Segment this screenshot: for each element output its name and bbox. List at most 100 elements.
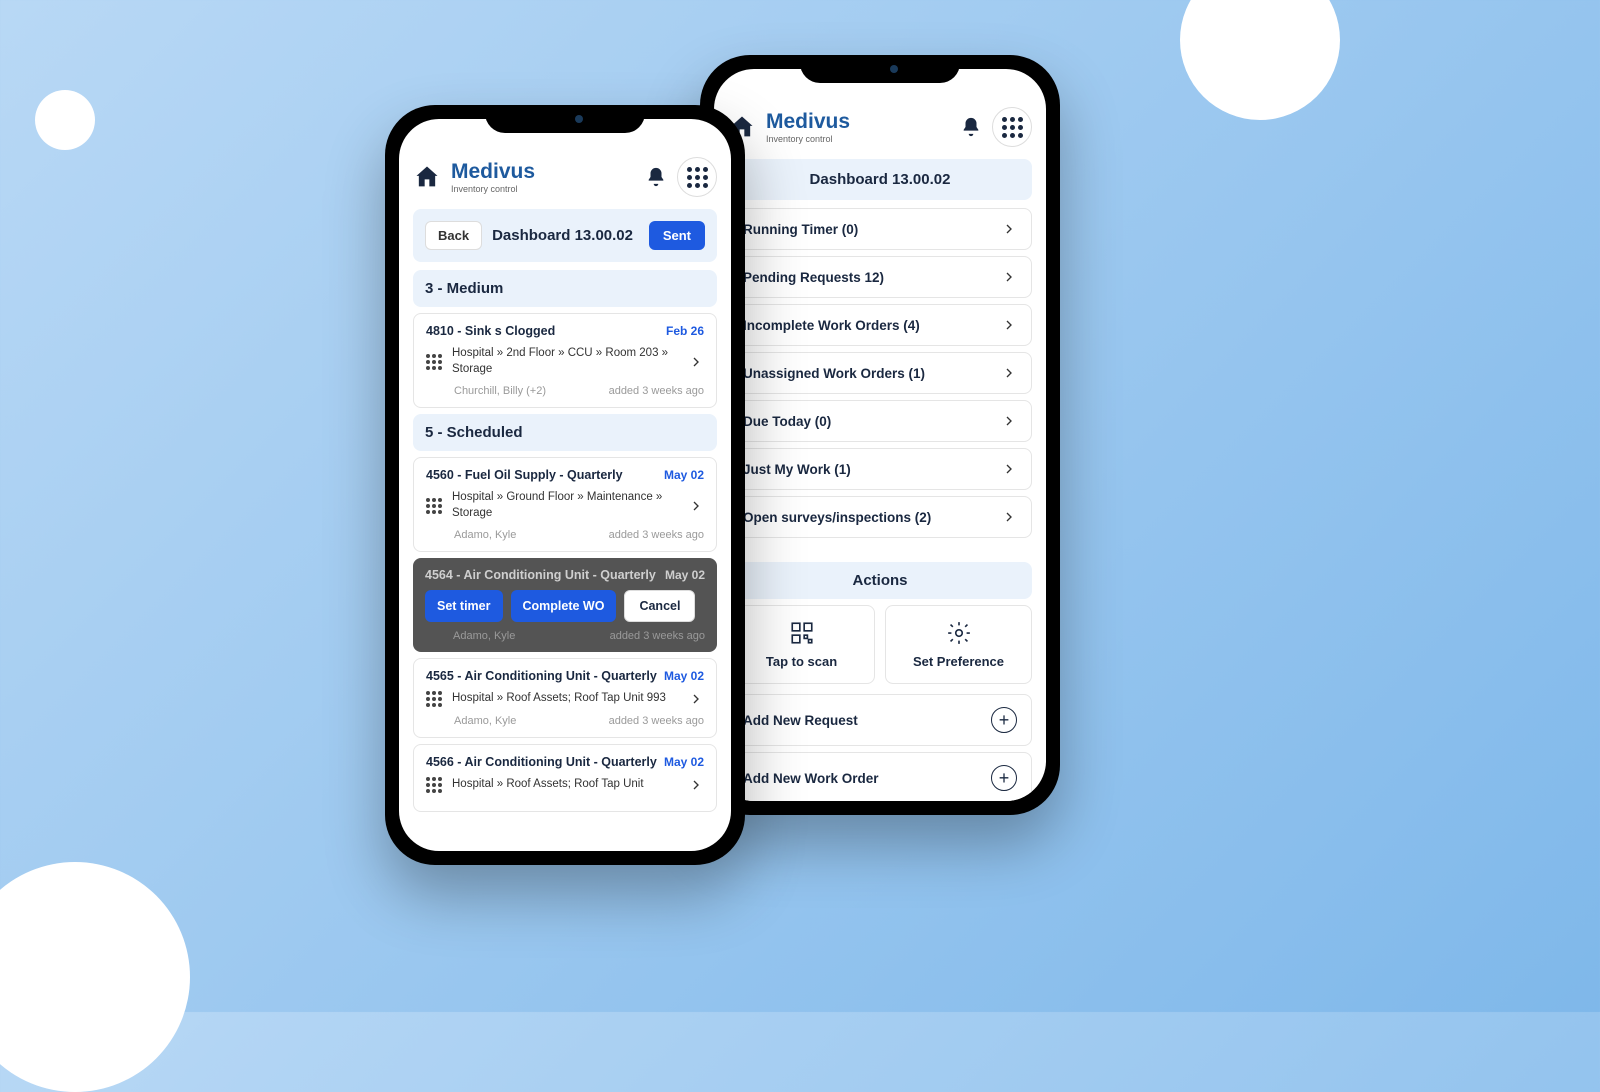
workorder-card[interactable]: 4565 - Air Conditioning Unit - Quarterly… <box>413 658 717 738</box>
actions-grid: Tap to scan Set Preference <box>728 605 1032 684</box>
drag-icon <box>426 691 442 707</box>
chevron-right-icon <box>1001 221 1017 237</box>
drag-icon <box>426 498 442 514</box>
wo-added: added 3 weeks ago <box>609 715 704 727</box>
chevron-right-icon <box>688 777 704 793</box>
page-title-bar: Back Dashboard 13.00.02 Sent <box>413 209 717 262</box>
row-label: Just My Work (1) <box>743 462 851 477</box>
wo-date: May 02 <box>664 755 704 769</box>
wo-date: May 02 <box>664 468 704 482</box>
bell-icon[interactable] <box>960 116 982 138</box>
row-label: Pending Requests 12) <box>743 270 884 285</box>
wo-assignee: Adamo, Kyle <box>454 715 516 727</box>
bell-icon[interactable] <box>645 166 667 188</box>
menu-button[interactable] <box>992 107 1032 147</box>
plus-icon: + <box>991 765 1017 791</box>
dashboard-row[interactable]: Unassigned Work Orders (1) <box>728 352 1032 394</box>
set-timer-button[interactable]: Set timer <box>425 590 503 622</box>
phone-notch <box>485 105 645 133</box>
group-header: 3 - Medium <box>413 270 717 307</box>
wo-title: 4560 - Fuel Oil Supply - Quarterly <box>426 468 623 482</box>
gear-icon <box>946 620 972 646</box>
chevron-right-icon <box>1001 509 1017 525</box>
grid-icon <box>1002 117 1023 138</box>
wo-title: 4565 - Air Conditioning Unit - Quarterly <box>426 669 657 683</box>
wo-added: added 3 weeks ago <box>609 529 704 541</box>
bg-decoration <box>35 90 95 150</box>
chevron-right-icon <box>1001 269 1017 285</box>
workorder-card[interactable]: 4566 - Air Conditioning Unit - Quarterly… <box>413 744 717 812</box>
add-workorder-row[interactable]: Add New Work Order + <box>728 752 1032 801</box>
app-tagline: Inventory control <box>451 184 635 194</box>
add-request-label: Add New Request <box>743 713 858 728</box>
drag-icon <box>426 354 442 370</box>
bg-decoration <box>0 862 190 1092</box>
workorder-card[interactable]: 4560 - Fuel Oil Supply - Quarterly May 02… <box>413 457 717 552</box>
wo-title: 4566 - Air Conditioning Unit - Quarterly <box>426 755 657 769</box>
chevron-right-icon <box>1001 461 1017 477</box>
back-button[interactable]: Back <box>425 221 482 250</box>
row-label: Incomplete Work Orders (4) <box>743 318 920 333</box>
dashboard-row[interactable]: Running Timer (0) <box>728 208 1032 250</box>
grid-icon <box>687 167 708 188</box>
wo-action-row: Set timer Complete WO Cancel <box>425 590 705 622</box>
group-header: 5 - Scheduled <box>413 414 717 451</box>
row-label: Open surveys/inspections (2) <box>743 510 931 525</box>
wo-date: May 02 <box>665 568 705 582</box>
dashboard-row[interactable]: Open surveys/inspections (2) <box>728 496 1032 538</box>
wo-path: Hospital » Ground Floor » Maintenance » … <box>452 490 678 521</box>
qr-icon <box>789 620 815 646</box>
sent-button[interactable]: Sent <box>649 221 705 250</box>
chevron-right-icon <box>688 498 704 514</box>
actions-header: Actions <box>728 562 1032 599</box>
dashboard-row[interactable]: Just My Work (1) <box>728 448 1032 490</box>
workorder-card[interactable]: 4810 - Sink s Clogged Feb 26 Hospital » 2n… <box>413 313 717 408</box>
scan-tile[interactable]: Tap to scan <box>728 605 875 684</box>
phone-mockup-right: Medivus Inventory control Dashboard 13.0… <box>700 55 1060 815</box>
wo-assignee: Churchill, Billy (+2) <box>454 385 546 397</box>
app-header: Medivus Inventory control <box>413 157 717 197</box>
wo-added: added 3 weeks ago <box>609 385 704 397</box>
add-workorder-label: Add New Work Order <box>743 771 879 786</box>
wo-path: Hospital » Roof Assets; Roof Tap Unit <box>452 777 678 793</box>
page-title-bar: Dashboard 13.00.02 <box>728 159 1032 200</box>
pref-label: Set Preference <box>913 654 1004 669</box>
app-tagline: Inventory control <box>766 134 950 144</box>
chevron-right-icon <box>688 354 704 370</box>
wo-title: 4810 - Sink s Clogged <box>426 324 555 338</box>
page-title: Dashboard 13.00.02 <box>810 171 951 188</box>
wo-assignee: Adamo, Kyle <box>453 630 515 642</box>
preference-tile[interactable]: Set Preference <box>885 605 1032 684</box>
page-title: Dashboard 13.00.02 <box>492 227 639 244</box>
app-logo: Medivus Inventory control <box>766 110 950 144</box>
row-label: Unassigned Work Orders (1) <box>743 366 925 381</box>
wo-added: added 3 weeks ago <box>610 630 705 642</box>
chevron-right-icon <box>1001 365 1017 381</box>
wo-date: Feb 26 <box>666 324 704 338</box>
home-icon[interactable] <box>413 163 441 191</box>
wo-path: Hospital » 2nd Floor » CCU » Room 203 » … <box>452 346 678 377</box>
wo-date: May 02 <box>664 669 704 683</box>
drag-icon <box>426 777 442 793</box>
add-request-row[interactable]: Add New Request + <box>728 694 1032 746</box>
plus-icon: + <box>991 707 1017 733</box>
phone-mockup-left: Medivus Inventory control Back Dashboard… <box>385 105 745 865</box>
dashboard-row[interactable]: Incomplete Work Orders (4) <box>728 304 1032 346</box>
cancel-button[interactable]: Cancel <box>624 590 695 622</box>
dashboard-row[interactable]: Due Today (0) <box>728 400 1032 442</box>
row-label: Running Timer (0) <box>743 222 858 237</box>
bg-decoration <box>1180 0 1340 120</box>
app-logo: Medivus Inventory control <box>451 160 635 194</box>
complete-wo-button[interactable]: Complete WO <box>511 590 617 622</box>
row-label: Due Today (0) <box>743 414 831 429</box>
chevron-right-icon <box>688 691 704 707</box>
app-name: Medivus <box>451 160 635 184</box>
workorder-card[interactable]: 4564 - Air Conditioning Unit - Quarterly… <box>413 558 717 652</box>
wo-path: Hospital » Roof Assets; Roof Tap Unit 99… <box>452 691 678 707</box>
dashboard-row[interactable]: Pending Requests 12) <box>728 256 1032 298</box>
wo-title: 4564 - Air Conditioning Unit - Quarterly <box>425 568 656 582</box>
chevron-right-icon <box>1001 317 1017 333</box>
chevron-right-icon <box>1001 413 1017 429</box>
menu-button[interactable] <box>677 157 717 197</box>
app-header: Medivus Inventory control <box>728 107 1032 147</box>
